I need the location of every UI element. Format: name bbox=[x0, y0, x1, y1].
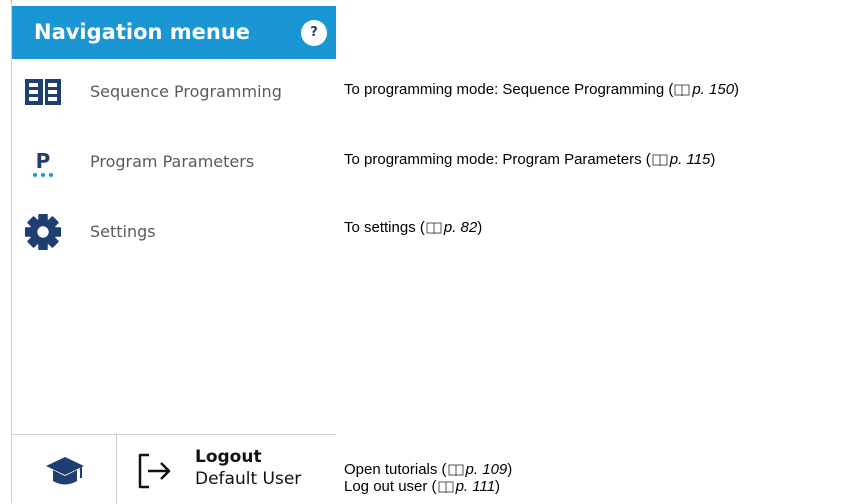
page-reference: p. 150 bbox=[692, 81, 735, 98]
annotation-text: ) bbox=[710, 151, 716, 168]
annotation-program-parameters: To programming mode: Program Parameters … bbox=[344, 151, 715, 171]
sequence-programming-icon bbox=[24, 72, 62, 112]
page-reference: p. 82 bbox=[443, 219, 478, 236]
logout-icon bbox=[135, 451, 175, 491]
annotation-text: Log out user ( bbox=[344, 478, 437, 495]
book-icon bbox=[426, 221, 442, 239]
annotation-text: ) bbox=[507, 461, 513, 478]
logged-in-user: Default User bbox=[195, 469, 302, 489]
book-icon bbox=[652, 153, 668, 171]
menu-item-settings[interactable]: Settings bbox=[12, 202, 336, 262]
navigation-title: Navigation menue bbox=[34, 20, 251, 44]
annotation-sequence-programming: To programming mode: Sequence Programmin… bbox=[344, 81, 739, 101]
annotation-text: ) bbox=[495, 478, 501, 495]
program-parameters-icon: P bbox=[24, 142, 62, 182]
logout-button[interactable]: Logout Default User bbox=[117, 435, 336, 504]
annotation-text: Open tutorials ( bbox=[344, 461, 447, 478]
menu-item-label: Program Parameters bbox=[90, 152, 255, 171]
book-icon bbox=[438, 480, 454, 498]
help-button-label: ? bbox=[310, 25, 318, 40]
page-reference: p. 115 bbox=[669, 151, 711, 168]
annotation-text: ) bbox=[477, 219, 483, 236]
navigation-footer: Logout Default User bbox=[12, 434, 336, 504]
menu-item-label: Settings bbox=[90, 222, 156, 241]
annotation-text: To programming mode: Sequence Programmin… bbox=[344, 81, 674, 98]
program-parameters-icon-letter: P bbox=[36, 149, 51, 173]
help-button[interactable]: ? bbox=[301, 20, 327, 46]
tutorial-button[interactable] bbox=[12, 435, 116, 504]
annotation-text: To settings ( bbox=[344, 219, 425, 236]
navigation-header: Navigation menue ? bbox=[12, 6, 336, 59]
book-icon bbox=[674, 83, 690, 101]
menu-item-program-parameters[interactable]: P Program Parameters bbox=[12, 132, 336, 192]
menu-item-sequence-programming[interactable]: Sequence Programming bbox=[12, 62, 336, 122]
graduation-cap-icon bbox=[45, 453, 85, 489]
menu-item-label: Sequence Programming bbox=[90, 82, 282, 101]
annotation-text: To programming mode: Program Parameters … bbox=[344, 151, 651, 168]
logout-label: Logout bbox=[195, 447, 262, 467]
page-reference: p. 109 bbox=[465, 461, 508, 478]
page-reference: p. 111 bbox=[455, 478, 496, 495]
annotation-text: ) bbox=[734, 81, 740, 98]
gear-icon bbox=[24, 212, 62, 252]
annotation-logout: Log out user ( p. 111) bbox=[344, 478, 500, 498]
annotation-settings: To settings ( p. 82) bbox=[344, 219, 482, 239]
